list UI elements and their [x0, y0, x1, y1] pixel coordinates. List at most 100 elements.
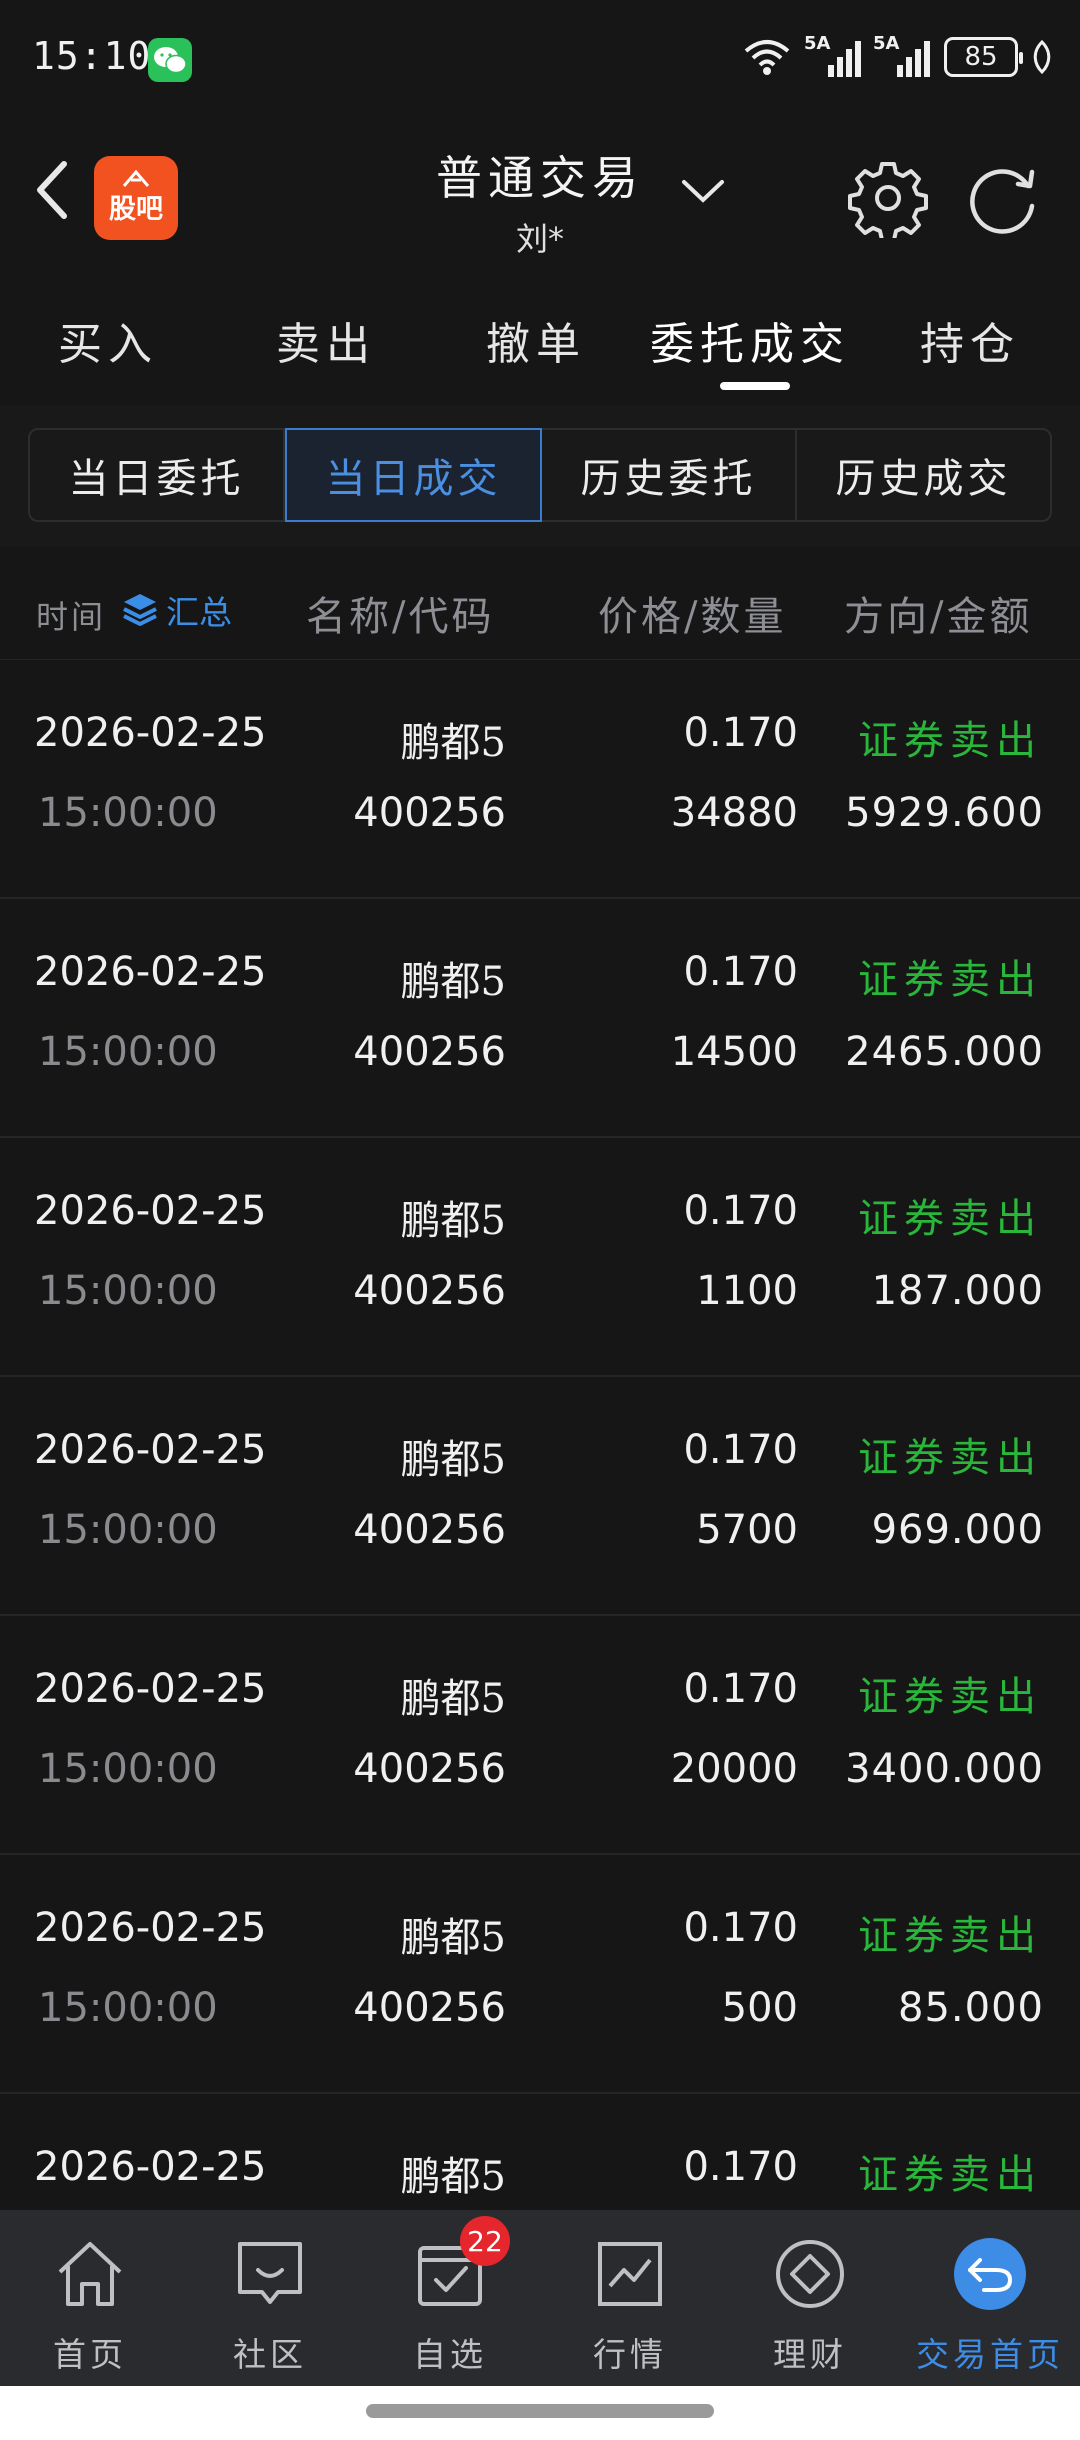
- col-direction-amount: 方向/金额: [844, 594, 1033, 640]
- trade-direction: 证券卖出: [858, 957, 1042, 1003]
- trade-date: 2026-02-25: [34, 2144, 267, 2190]
- nav-watchlist-label: 自选: [413, 2335, 487, 2374]
- trade-direction: 证券卖出: [858, 1674, 1042, 1720]
- trade-amount: 5929.600: [845, 790, 1044, 836]
- trade-quantity: 20000: [670, 1746, 798, 1792]
- stock-code: 400256: [353, 1746, 506, 1792]
- home-indicator[interactable]: [366, 2404, 714, 2418]
- logo-mark-icon: [122, 169, 150, 187]
- network-type-2: 5A: [873, 33, 900, 54]
- tab-orders-trades[interactable]: 委托成交: [650, 308, 850, 372]
- header: 股吧 普通交易 刘*: [0, 120, 1080, 280]
- trade-price: 0.170: [683, 2144, 798, 2190]
- battery-level: 85: [964, 42, 998, 72]
- trade-amount: 187.000: [871, 1268, 1044, 1314]
- nav-community[interactable]: 社区: [180, 2210, 360, 2386]
- subtab-history-trades[interactable]: 历史成交: [797, 430, 1050, 520]
- trade-direction: 证券卖出: [858, 1196, 1042, 1242]
- summary-button[interactable]: 汇总: [120, 586, 232, 634]
- finance-diamond-icon: [772, 2236, 848, 2312]
- tab-active-indicator: [720, 382, 790, 390]
- account-name: 刘*: [515, 220, 564, 258]
- signal-2-icon: 5A: [873, 33, 930, 77]
- table-row[interactable]: 2026-02-25 15:00:00 鹏都5 400256 0.170 348…: [0, 660, 1080, 899]
- trade-price: 0.170: [683, 710, 798, 756]
- nav-finance-label: 理财: [773, 2335, 847, 2374]
- table-row[interactable]: 2026-02-25 15:00:00 鹏都5 400256 0.170 200…: [0, 1616, 1080, 1855]
- tab-sell[interactable]: 卖出: [276, 308, 376, 372]
- stock-name: 鹏都5: [400, 1437, 506, 1483]
- trade-time: 15:00:00: [38, 790, 218, 836]
- trade-date: 2026-02-25: [34, 1427, 267, 1473]
- logo-text: 股吧: [109, 194, 163, 225]
- nav-home[interactable]: 首页: [0, 2210, 180, 2386]
- table-row[interactable]: 2026-02-25 15:00:00 鹏都5 400256 0.170 500…: [0, 1855, 1080, 2094]
- trade-quantity: 14500: [670, 1029, 798, 1075]
- stock-name: 鹏都5: [400, 959, 506, 1005]
- stock-code: 400256: [353, 1507, 506, 1553]
- bottom-nav: 首页 社区 22 自选 行情 理财 交易首页: [0, 2210, 1080, 2386]
- refresh-icon[interactable]: [962, 158, 1046, 238]
- trade-time: 15:00:00: [38, 1985, 218, 2031]
- wechat-icon: [148, 38, 192, 82]
- stock-code: 400256: [353, 1268, 506, 1314]
- trade-direction: 证券卖出: [858, 2152, 1042, 2198]
- network-type-1: 5A: [804, 33, 831, 54]
- trade-price: 0.170: [683, 1666, 798, 1712]
- tab-positions[interactable]: 持仓: [920, 308, 1020, 372]
- table-row[interactable]: 2026-02-25 15:00:00 鹏都5 400256 0.170 110…: [0, 1138, 1080, 1377]
- col-name-code: 名称/代码: [306, 594, 495, 640]
- table-row[interactable]: 2026-02-25 15:00:00 鹏都5 400256 0.170 145…: [0, 899, 1080, 1138]
- trade-list[interactable]: 2026-02-25 15:00:00 鹏都5 400256 0.170 348…: [0, 660, 1080, 2210]
- tab-cancel-order[interactable]: 撤单: [486, 308, 586, 372]
- subtab-history-orders[interactable]: 历史委托: [542, 430, 797, 520]
- sub-tabs: 当日委托 当日成交 历史委托 历史成交: [28, 428, 1052, 522]
- guba-logo[interactable]: 股吧: [94, 156, 178, 240]
- trade-time: 15:00:00: [38, 1268, 218, 1314]
- col-time: 时间: [36, 598, 107, 636]
- trade-time: 15:00:00: [38, 1029, 218, 1075]
- trade-date: 2026-02-25: [34, 1666, 267, 1712]
- back-arrow-icon: [37, 161, 67, 219]
- community-icon: [232, 2236, 308, 2312]
- watchlist-badge: 22: [460, 2216, 510, 2266]
- subtab-today-trades[interactable]: 当日成交: [285, 428, 542, 522]
- trade-price: 0.170: [683, 1427, 798, 1473]
- trade-time: 15:00:00: [38, 1746, 218, 1792]
- stock-name: 鹏都5: [400, 1915, 506, 1961]
- trade-amount: 969.000: [871, 1507, 1044, 1553]
- summary-label: 汇总: [166, 593, 232, 632]
- trade-direction: 证券卖出: [858, 1913, 1042, 1959]
- stock-name: 鹏都5: [400, 1198, 506, 1244]
- trade-amount: 85.000: [898, 1985, 1044, 2031]
- battery-icon: 85: [944, 37, 1023, 77]
- leaf-icon: [1033, 40, 1051, 74]
- status-bar: 15:10 5A 5A 85: [0, 0, 1080, 120]
- stock-name: 鹏都5: [400, 720, 506, 766]
- status-indicators: 5A 5A 85: [742, 32, 1052, 82]
- trade-time: 15:00:00: [38, 1507, 218, 1553]
- trade-quantity: 5700: [696, 1507, 798, 1553]
- tab-buy[interactable]: 买入: [58, 308, 158, 372]
- status-time: 15:10: [32, 34, 152, 78]
- trade-date: 2026-02-25: [34, 949, 267, 995]
- stock-name: 鹏都5: [400, 1676, 506, 1722]
- subtab-today-orders[interactable]: 当日委托: [30, 430, 285, 520]
- table-header: 时间 汇总 名称/代码 价格/数量 方向/金额: [0, 546, 1080, 660]
- layers-icon: [123, 594, 157, 626]
- nav-trade-home[interactable]: 交易首页: [900, 2210, 1080, 2386]
- stock-name: 鹏都5: [400, 2154, 506, 2200]
- table-row[interactable]: 2026-02-25 鹏都5 0.170 证券卖出: [0, 2094, 1080, 2210]
- nav-market[interactable]: 行情: [540, 2210, 720, 2386]
- nav-finance[interactable]: 理财: [720, 2210, 900, 2386]
- market-chart-icon: [592, 2236, 668, 2312]
- trade-price: 0.170: [683, 949, 798, 995]
- chevron-down-icon[interactable]: [680, 174, 726, 206]
- table-row[interactable]: 2026-02-25 15:00:00 鹏都5 400256 0.170 570…: [0, 1377, 1080, 1616]
- back-button[interactable]: [24, 150, 84, 230]
- settings-gear-icon[interactable]: [848, 158, 928, 238]
- trade-quantity: 500: [721, 1985, 798, 2031]
- nav-watchlist[interactable]: 22 自选: [360, 2210, 540, 2386]
- trade-quantity: 1100: [696, 1268, 798, 1314]
- trade-price: 0.170: [683, 1188, 798, 1234]
